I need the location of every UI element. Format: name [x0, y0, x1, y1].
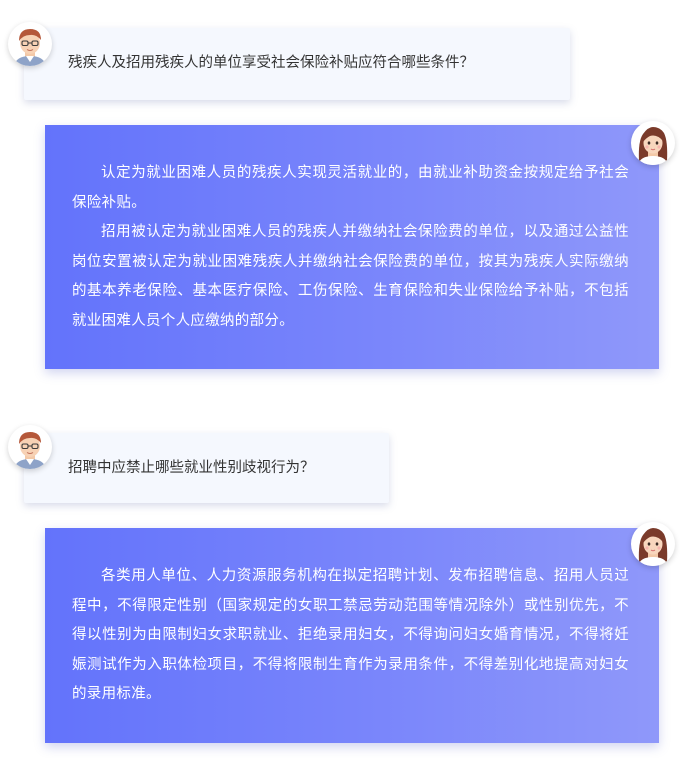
question-bubble-2: 招聘中应禁止哪些就业性别歧视行为？ — [24, 433, 389, 503]
question-bubble-1: 残疾人及招用残疾人的单位享受社会保险补贴应符合哪些条件？ — [24, 28, 570, 100]
male-avatar-icon — [8, 425, 52, 469]
answer-1-paragraph-2: 招用被认定为就业困难人员的残疾人并缴纳社会保险费的单位，以及通过公益性岗位安置被… — [72, 224, 629, 329]
female-avatar-icon — [631, 121, 675, 165]
answer-bubble-1: 认定为就业困难人员的残疾人实现灵活就业的，由就业补助资金按规定给予社会保险补贴。… — [45, 125, 659, 369]
answer-bubble-2: 各类用人单位、人力资源服务机构在拟定招聘计划、发布招聘信息、招用人员过程中，不得… — [45, 528, 659, 743]
female-avatar-icon — [631, 522, 675, 566]
question-text-1: 残疾人及招用残疾人的单位享受社会保险补贴应符合哪些条件？ — [68, 55, 474, 71]
answer-2-paragraph-1: 各类用人单位、人力资源服务机构在拟定招聘计划、发布招聘信息、招用人员过程中，不得… — [72, 568, 629, 702]
answer-1-paragraph-1: 认定为就业困难人员的残疾人实现灵活就业的，由就业补助资金按规定给予社会保险补贴。 — [72, 165, 629, 211]
question-text-2: 招聘中应禁止哪些就业性别歧视行为？ — [68, 460, 315, 476]
male-avatar-icon — [8, 22, 52, 66]
